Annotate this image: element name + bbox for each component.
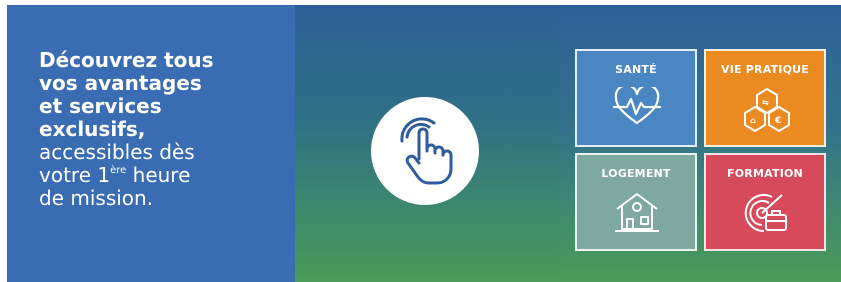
tap-button[interactable] [371,97,479,205]
tap-hand-icon [400,117,453,185]
promo-panel: Découvrez tous vos avantages et services… [7,5,295,282]
tile-logement-label: LOGEMENT [601,167,671,180]
categories-panel: SANTÉ VIE PRATIQUE ⇆ ⌂ € LOGEMENT FORMAT… [559,5,841,282]
tile-formation[interactable]: FORMATION [704,153,826,251]
tile-vie-pratique[interactable]: VIE PRATIQUE ⇆ ⌂ € [704,49,826,147]
sub-line-2: votre 1ère heure [39,164,279,187]
headline-line-2: vos avantages [39,71,202,95]
hexagon-services-icon: ⇆ ⌂ € [744,87,790,133]
sub-line-2-post: heure [126,163,191,187]
house-icon [615,193,659,232]
headline-line-3: et services [39,94,162,118]
tile-sante-label: SANTÉ [615,63,657,76]
heartbeat-icon [613,87,661,125]
headline-line-4: exclusifs, [39,117,146,141]
tile-vie-pratique-label: VIE PRATIQUE [721,63,809,76]
svg-text:€: € [774,116,781,126]
tile-formation-label: FORMATION [727,167,803,180]
tile-sante[interactable]: SANTÉ [575,49,697,147]
sub-line-2-sup: ère [110,165,127,176]
promo-text: Découvrez tous vos avantages et services… [39,49,279,210]
services-banner[interactable]: Découvrez tous vos avantages et services… [7,5,841,282]
sub-line-1: accessibles dès [39,140,195,164]
cta-panel [295,5,559,282]
svg-text:⌂: ⌂ [750,116,756,125]
sub-line-3: de mission. [39,186,154,210]
target-briefcase-icon [744,194,787,233]
headline-line-1: Découvrez tous [39,48,214,72]
tile-logement[interactable]: LOGEMENT [575,153,697,251]
sub-line-2-pre: votre 1 [39,163,111,187]
svg-text:⇆: ⇆ [762,98,769,107]
